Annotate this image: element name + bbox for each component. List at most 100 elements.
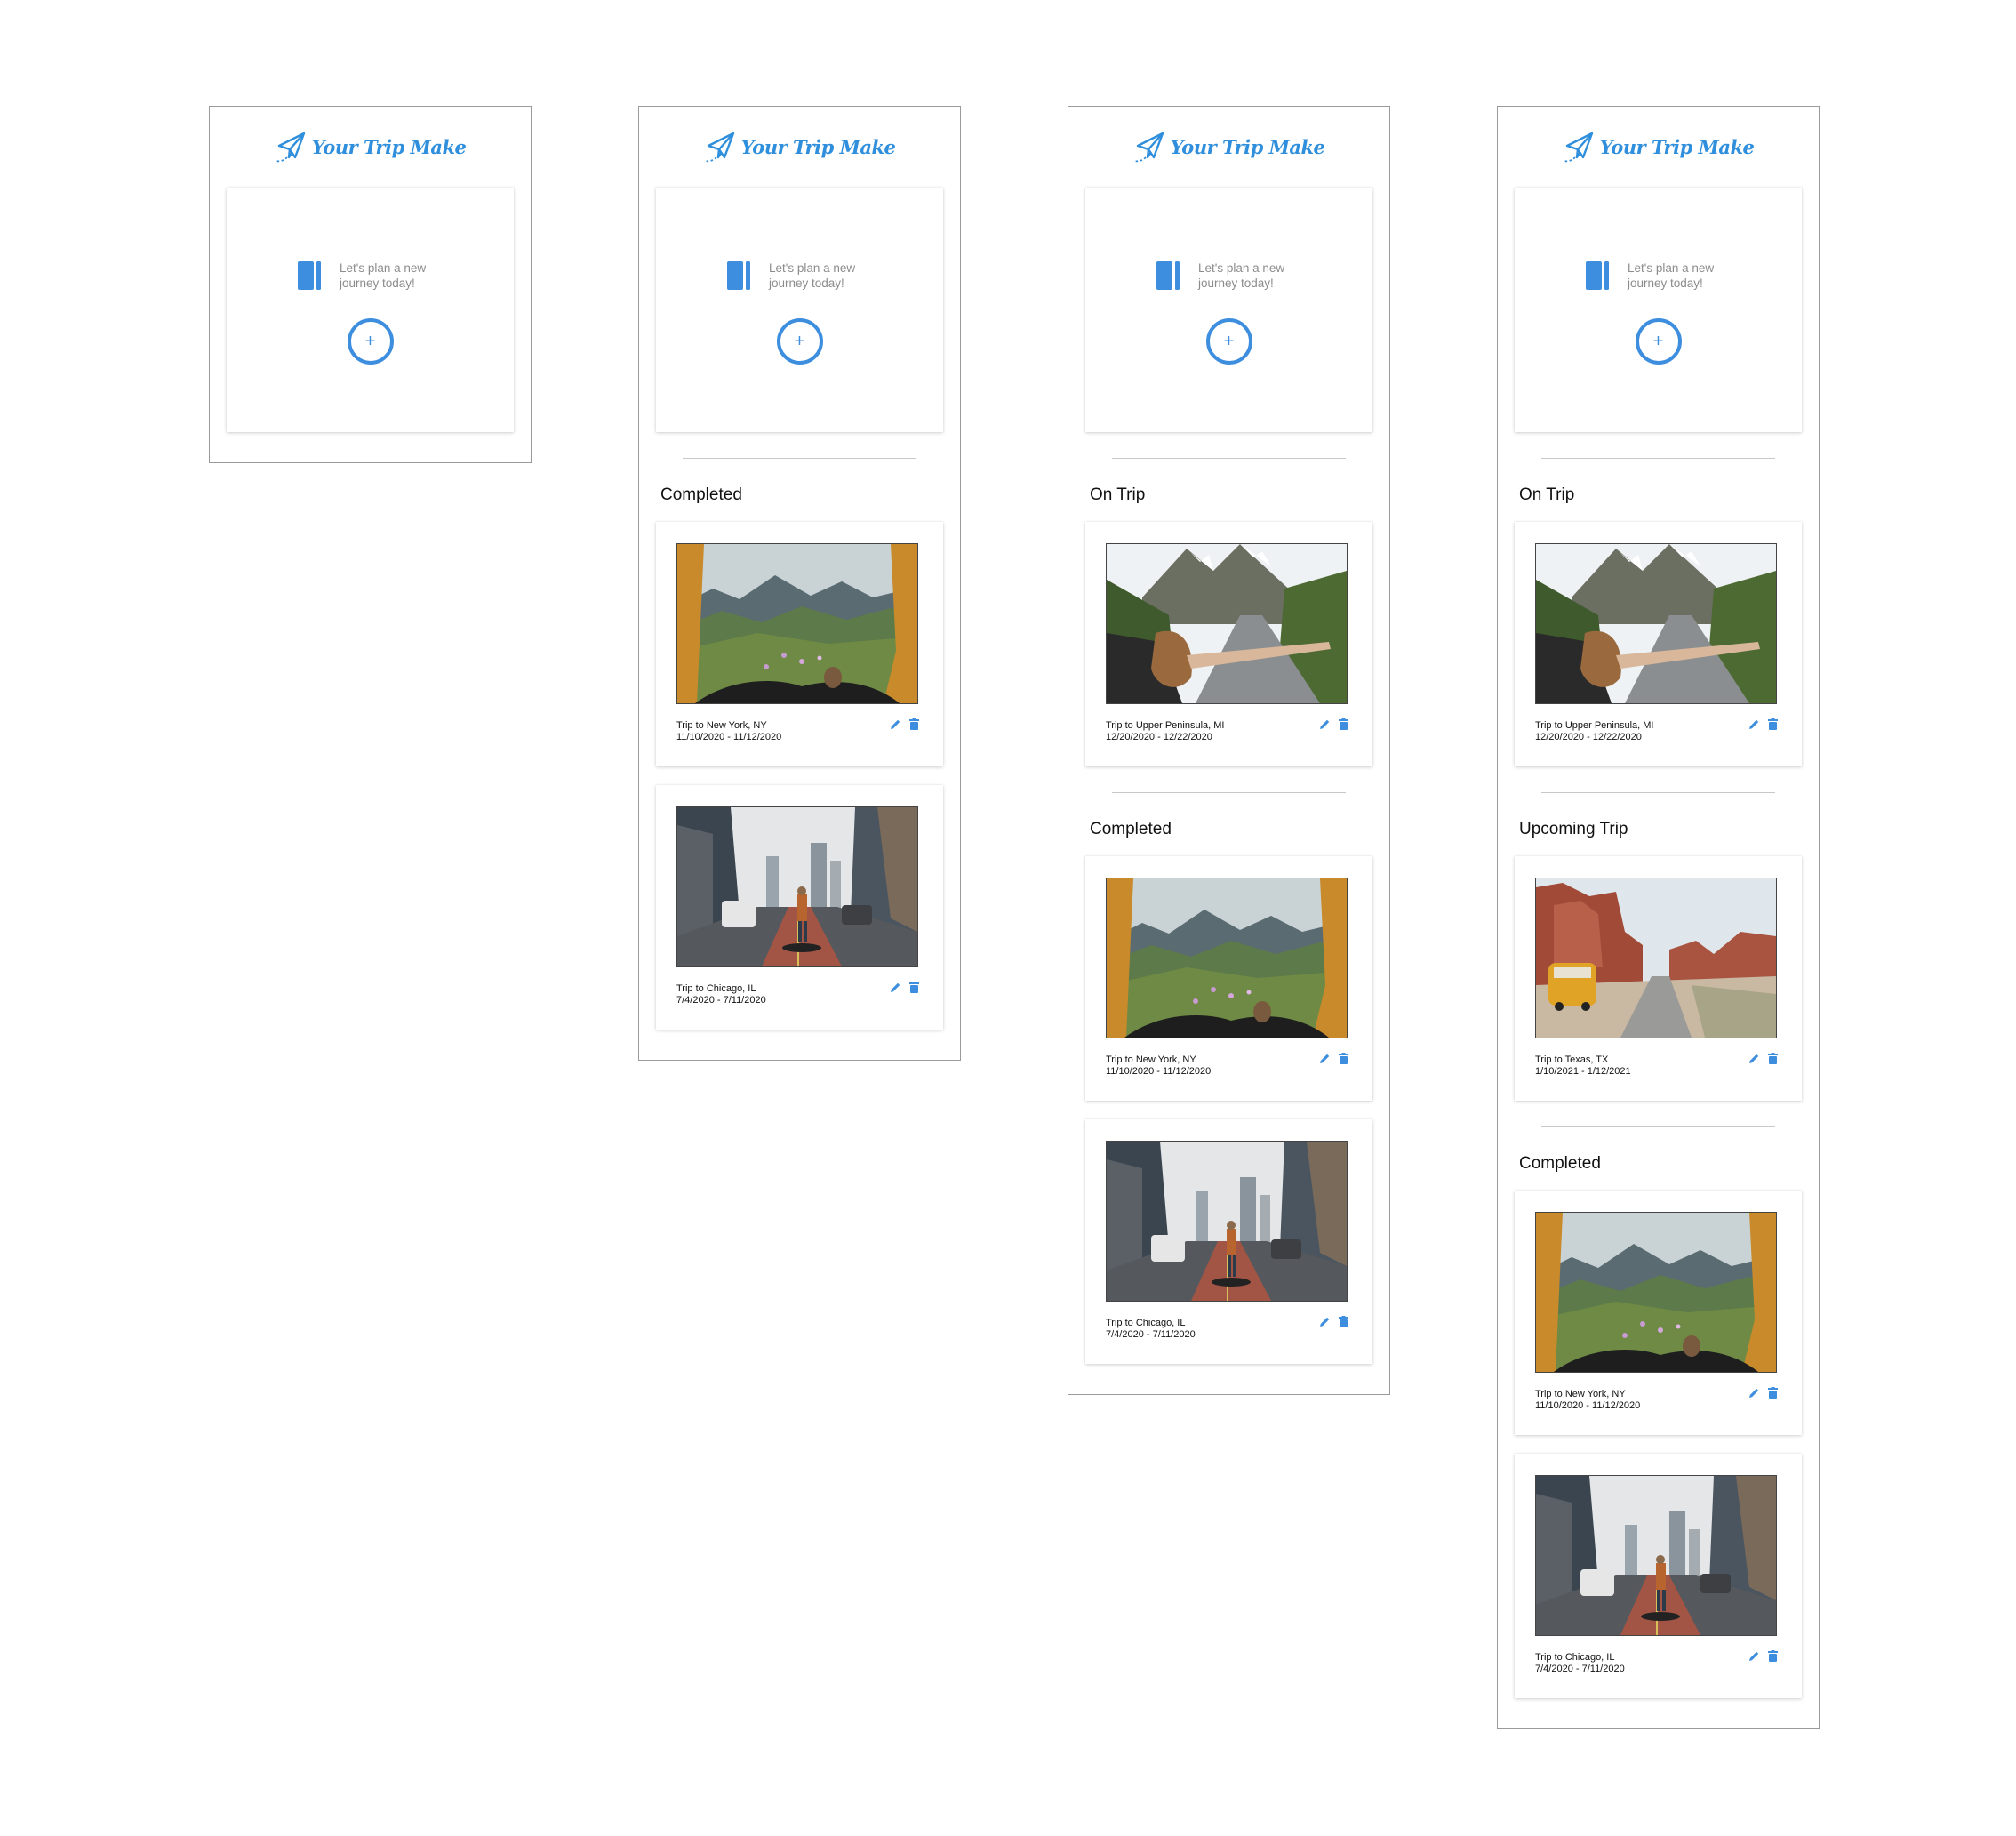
- trash-icon[interactable]: [1768, 1650, 1778, 1662]
- trip-card[interactable]: Trip to Chicago, IL 7/4/2020 - 7/11/2020: [1085, 1119, 1372, 1364]
- trip-name: Trip to Chicago, IL: [676, 983, 756, 994]
- trip-card[interactable]: Trip to Upper Peninsula, MI 12/20/2020 -…: [1085, 522, 1372, 766]
- trip-card[interactable]: Trip to New York, NY 11/10/2020 - 11/12/…: [1515, 1191, 1802, 1435]
- brand-logo[interactable]: Your Trip Make: [1498, 107, 1819, 188]
- trip-name: Trip to New York, NY: [676, 720, 767, 731]
- trip-photo[interactable]: [1535, 1212, 1777, 1373]
- plus-icon: +: [794, 332, 805, 351]
- delete-trip-button[interactable]: [1768, 1650, 1778, 1675]
- section-divider: [1541, 458, 1775, 459]
- paper-plane-icon: [275, 132, 305, 162]
- delete-trip-button[interactable]: [909, 718, 919, 743]
- trip-photo[interactable]: [1535, 1475, 1777, 1636]
- plus-icon: +: [1223, 332, 1235, 351]
- delete-trip-button[interactable]: [1339, 1053, 1348, 1078]
- trip-actions: [1319, 1316, 1348, 1341]
- trip-card[interactable]: Trip to Chicago, IL 7/4/2020 - 7/11/2020: [1515, 1454, 1802, 1698]
- pencil-icon[interactable]: [1748, 718, 1760, 730]
- section-divider: [683, 458, 916, 459]
- trash-icon[interactable]: [1768, 1053, 1778, 1064]
- trip-actions: [1748, 718, 1778, 743]
- pencil-icon[interactable]: [890, 718, 901, 730]
- pencil-icon[interactable]: [1748, 1387, 1760, 1399]
- trip-name: Trip to Upper Peninsula, MI: [1535, 720, 1654, 731]
- trip-photo[interactable]: [1535, 878, 1777, 1038]
- section-title: On Trip: [1519, 485, 1575, 504]
- edit-trip-button[interactable]: [1748, 1650, 1760, 1675]
- trash-icon[interactable]: [1768, 1387, 1778, 1399]
- delete-trip-button[interactable]: [909, 982, 919, 1006]
- section-title: Upcoming Trip: [1519, 820, 1628, 838]
- edit-trip-button[interactable]: [1319, 1316, 1331, 1341]
- trip-dates: 7/4/2020 - 7/11/2020: [1535, 1664, 1625, 1674]
- edit-trip-button[interactable]: [1748, 1387, 1760, 1412]
- trip-card[interactable]: Trip to New York, NY 11/10/2020 - 11/12/…: [1085, 856, 1372, 1101]
- trip-card[interactable]: Trip to New York, NY 11/10/2020 - 11/12/…: [656, 522, 943, 766]
- delete-trip-button[interactable]: [1339, 1316, 1348, 1341]
- trip-card[interactable]: Trip to Chicago, IL 7/4/2020 - 7/11/2020: [656, 785, 943, 1030]
- trip-photo[interactable]: [1106, 1141, 1348, 1302]
- app-screen-1: Your Trip Make Let's plan a new journey …: [209, 106, 532, 463]
- pencil-icon[interactable]: [1748, 1650, 1760, 1662]
- trip-card[interactable]: Trip to Texas, TX 1/10/2021 - 1/12/2021: [1515, 856, 1802, 1101]
- trip-card[interactable]: Trip to Upper Peninsula, MI 12/20/2020 -…: [1515, 522, 1802, 766]
- new-trip-card: Let's plan a new journey today! +: [227, 188, 514, 432]
- plan-prompt: Let's plan a new journey today!: [1198, 261, 1285, 290]
- edit-trip-button[interactable]: [1748, 718, 1760, 743]
- trash-icon[interactable]: [1339, 1316, 1348, 1327]
- paper-plane-icon: [1563, 132, 1593, 162]
- delete-trip-button[interactable]: [1768, 1053, 1778, 1078]
- trip-name: Trip to Chicago, IL: [1535, 1652, 1615, 1663]
- trash-icon[interactable]: [909, 982, 919, 993]
- section-title: On Trip: [1090, 485, 1146, 504]
- add-trip-button[interactable]: +: [347, 318, 394, 365]
- brand-logo[interactable]: Your Trip Make: [1068, 107, 1389, 188]
- section-divider: [1541, 1126, 1775, 1127]
- trip-dates: 11/10/2020 - 11/12/2020: [1106, 1066, 1212, 1077]
- edit-trip-button[interactable]: [890, 718, 901, 743]
- edit-trip-button[interactable]: [1748, 1053, 1760, 1078]
- trip-photo[interactable]: [1106, 878, 1348, 1038]
- trip-photo[interactable]: [1106, 543, 1348, 704]
- brand-name: Your Trip Make: [1170, 136, 1325, 158]
- edit-trip-button[interactable]: [890, 982, 901, 1006]
- pencil-icon[interactable]: [1319, 1316, 1331, 1327]
- trip-dates: 12/20/2020 - 12/22/2020: [1535, 732, 1642, 742]
- trip-actions: [1319, 1053, 1348, 1078]
- delete-trip-button[interactable]: [1768, 1387, 1778, 1412]
- notebook-icon: [1586, 261, 1609, 290]
- trip-dates: 1/10/2021 - 1/12/2021: [1535, 1066, 1631, 1077]
- trip-photo[interactable]: [1535, 543, 1777, 704]
- delete-trip-button[interactable]: [1768, 718, 1778, 743]
- add-trip-button[interactable]: +: [1635, 318, 1682, 365]
- app-screen-3: Your Trip Make Let's plan a new journey …: [1068, 106, 1390, 1395]
- plan-prompt: Let's plan a new journey today!: [340, 261, 427, 290]
- brand-logo[interactable]: Your Trip Make: [639, 107, 960, 188]
- pencil-icon[interactable]: [1748, 1053, 1760, 1064]
- brand-name: Your Trip Make: [1599, 136, 1755, 158]
- brand-logo[interactable]: Your Trip Make: [210, 107, 531, 188]
- add-trip-button[interactable]: +: [776, 318, 823, 365]
- trip-actions: [1319, 718, 1348, 743]
- pencil-icon[interactable]: [1319, 1053, 1331, 1064]
- notebook-icon: [1156, 261, 1180, 290]
- plus-icon: +: [1652, 332, 1664, 351]
- delete-trip-button[interactable]: [1339, 718, 1348, 743]
- edit-trip-button[interactable]: [1319, 718, 1331, 743]
- add-trip-button[interactable]: +: [1205, 318, 1252, 365]
- pencil-icon[interactable]: [890, 982, 901, 993]
- section-divider: [1112, 792, 1346, 793]
- trip-dates: 11/10/2020 - 11/12/2020: [676, 732, 782, 742]
- trip-actions: [890, 718, 919, 743]
- trash-icon[interactable]: [909, 718, 919, 730]
- pencil-icon[interactable]: [1319, 718, 1331, 730]
- trip-photo[interactable]: [676, 806, 918, 967]
- trash-icon[interactable]: [1768, 718, 1778, 730]
- section-divider: [1541, 792, 1775, 793]
- app-screen-2: Your Trip Make Let's plan a new journey …: [638, 106, 961, 1061]
- trash-icon[interactable]: [1339, 1053, 1348, 1064]
- trip-photo[interactable]: [676, 543, 918, 704]
- edit-trip-button[interactable]: [1319, 1053, 1331, 1078]
- section-title: Completed: [1090, 820, 1172, 838]
- trash-icon[interactable]: [1339, 718, 1348, 730]
